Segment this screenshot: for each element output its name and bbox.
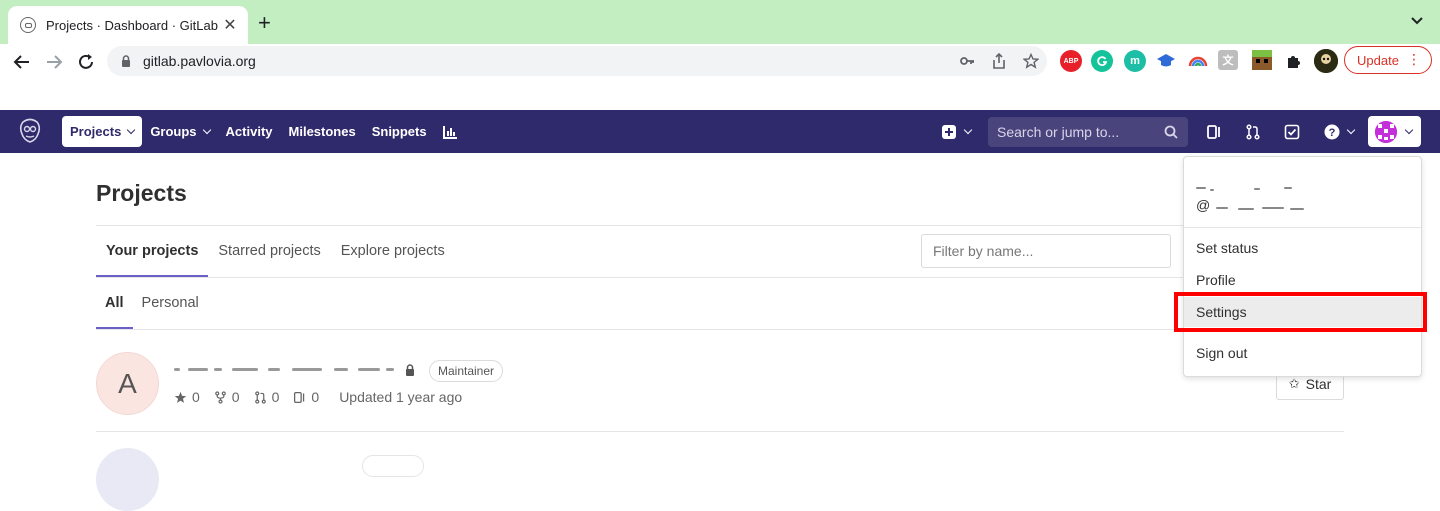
nav-projects[interactable]: Projects xyxy=(62,116,143,147)
chevron-down-icon xyxy=(127,125,136,134)
help-icon[interactable]: ? xyxy=(1322,122,1356,142)
projects-tabs: Your projects Starred projects Explore p… xyxy=(96,226,455,278)
private-lock-icon xyxy=(406,364,414,376)
gitlab-favicon-icon xyxy=(20,17,36,33)
menu-sign-out[interactable]: Sign out xyxy=(1184,338,1421,368)
browser-tab-strip: Projects · Dashboard · GitLab ✕ + xyxy=(0,0,1440,44)
minecraft-icon[interactable] xyxy=(1252,50,1272,70)
divider xyxy=(1184,227,1421,228)
project-avatar[interactable]: A xyxy=(96,352,159,415)
role-badge: Maintainer xyxy=(429,360,504,382)
star-button-label: Star xyxy=(1305,376,1332,392)
translate-icon[interactable]: 文 xyxy=(1218,50,1238,70)
tab-explore-projects[interactable]: Explore projects xyxy=(331,226,455,276)
user-menu-button[interactable] xyxy=(1368,116,1421,147)
puzzle-icon[interactable] xyxy=(1283,50,1305,72)
todos-check-icon[interactable] xyxy=(1282,122,1302,142)
menu-set-status[interactable]: Set status xyxy=(1184,233,1421,263)
merge-requests-count[interactable]: 0 xyxy=(254,389,279,405)
lock-icon xyxy=(122,55,130,67)
chevron-down-icon xyxy=(1346,125,1356,135)
nav-milestones-label: Milestones xyxy=(288,124,356,139)
search-placeholder: Search or jump to... xyxy=(997,124,1120,140)
adblock-plus-icon[interactable]: ABP xyxy=(1060,50,1082,72)
svg-text:?: ? xyxy=(1329,127,1336,139)
new-tab-button[interactable]: + xyxy=(258,12,271,34)
nav-activity[interactable]: Activity xyxy=(218,116,281,147)
user-dropdown-menu: @ Set status Profile Settings Sign out xyxy=(1183,156,1422,377)
url-text: gitlab.pavlovia.org xyxy=(143,53,256,69)
updated-time: Updated 1 year ago xyxy=(339,389,463,405)
issues-icon xyxy=(294,391,305,403)
issues-count[interactable]: 0 xyxy=(293,389,319,405)
settings-highlight-annotation xyxy=(1174,292,1427,332)
new-item-plus-icon[interactable] xyxy=(940,122,972,142)
star-icon xyxy=(174,391,187,403)
back-arrow-icon[interactable] xyxy=(10,50,34,74)
browser-toolbar: gitlab.pavlovia.org ABP m 文 Update ⋮ xyxy=(0,44,1440,80)
pavlovia-logo-icon[interactable] xyxy=(18,118,42,144)
search-input[interactable]: Search or jump to... xyxy=(988,117,1188,147)
main-nav: Projects Groups Activity Milestones Snip… xyxy=(62,116,466,147)
divider xyxy=(96,431,1344,432)
menu-profile[interactable]: Profile xyxy=(1184,265,1421,295)
issues-icon[interactable] xyxy=(1204,122,1224,142)
page-title: Projects xyxy=(96,180,187,206)
nav-milestones[interactable]: Milestones xyxy=(281,116,364,147)
analytics-chart-icon[interactable] xyxy=(435,116,466,147)
project-name-redacted[interactable] xyxy=(174,362,396,378)
forks-count[interactable]: 0 xyxy=(214,389,240,405)
address-bar[interactable]: gitlab.pavlovia.org xyxy=(107,46,1047,76)
merge-requests-icon[interactable] xyxy=(1243,122,1263,142)
profile-avatar-icon[interactable] xyxy=(1314,49,1338,73)
share-icon[interactable] xyxy=(983,49,1015,73)
tab-title: Projects · Dashboard · GitLab xyxy=(46,17,218,33)
chevron-down-icon xyxy=(1404,125,1414,134)
tab-search-chevron-icon[interactable] xyxy=(1410,14,1424,28)
update-label: Update xyxy=(1357,52,1399,68)
user-avatar xyxy=(1375,120,1397,143)
divider xyxy=(96,329,1344,330)
close-tab-icon[interactable]: ✕ xyxy=(222,15,238,35)
filter-by-name-input[interactable]: Filter by name... xyxy=(921,234,1171,268)
nav-groups[interactable]: Groups xyxy=(142,116,217,147)
nav-activity-label: Activity xyxy=(225,124,273,139)
gitlab-header: Projects Groups Activity Milestones Snip… xyxy=(0,110,1440,153)
rainbow-icon[interactable] xyxy=(1187,50,1209,72)
forward-arrow-icon[interactable] xyxy=(42,50,66,74)
chevron-down-icon xyxy=(202,125,211,134)
nav-snippets-label: Snippets xyxy=(371,124,427,139)
divider xyxy=(96,277,1344,278)
tab-all[interactable]: All xyxy=(96,278,133,329)
nav-snippets[interactable]: Snippets xyxy=(364,116,435,147)
search-icon xyxy=(1164,125,1178,139)
mendeley-icon[interactable]: m xyxy=(1124,50,1146,72)
user-handle: @ xyxy=(1196,197,1211,213)
bookmark-star-icon[interactable] xyxy=(1015,49,1047,73)
grammarly-icon[interactable] xyxy=(1091,50,1113,72)
fork-icon xyxy=(214,390,226,404)
star-outline-icon: ✩ xyxy=(1288,376,1300,391)
browser-tab[interactable]: Projects · Dashboard · GitLab ✕ xyxy=(8,6,248,44)
merge-request-icon xyxy=(254,390,266,404)
chrome-menu-icon[interactable]: ⋮ xyxy=(1407,52,1421,66)
tab-personal[interactable]: Personal xyxy=(133,278,208,327)
graduation-cap-icon[interactable] xyxy=(1155,50,1177,72)
project-stats: 0 0 0 0 Updated 1 year ago xyxy=(174,389,462,405)
scope-tabs: All Personal xyxy=(96,278,208,329)
role-badge xyxy=(362,455,424,477)
tab-starred-projects[interactable]: Starred projects xyxy=(208,226,330,276)
stars-count[interactable]: 0 xyxy=(174,389,200,405)
user-name-redacted xyxy=(1196,179,1336,219)
reload-icon[interactable] xyxy=(74,50,98,74)
key-icon[interactable] xyxy=(951,49,983,73)
tab-your-projects[interactable]: Your projects xyxy=(96,226,209,277)
chrome-update-button[interactable]: Update ⋮ xyxy=(1344,46,1432,74)
project-avatar[interactable] xyxy=(96,448,159,511)
chevron-down-icon xyxy=(963,125,972,135)
nav-projects-label: Projects xyxy=(70,124,122,139)
nav-groups-label: Groups xyxy=(150,124,197,139)
